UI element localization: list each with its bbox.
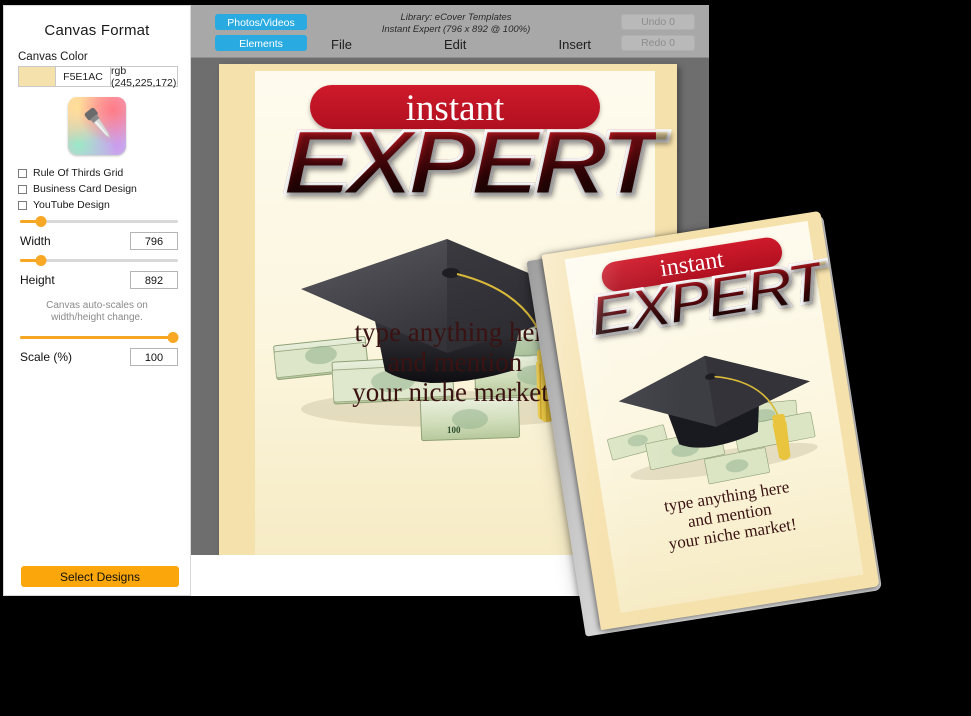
expert-headline[interactable]: EXPERT (281, 111, 664, 216)
design-options-group: Rule Of Thirds Grid Business Card Design… (18, 167, 190, 211)
document-info: Instant Expert (796 x 892 @ 100%) (381, 24, 531, 35)
width-control: Width 796 (20, 216, 178, 250)
checkbox-box[interactable] (18, 168, 27, 178)
checkbox-label: Business Card Design (33, 183, 137, 195)
checkbox-label: YouTube Design (33, 199, 110, 211)
library-name: Library: eCover Templates (400, 12, 512, 23)
width-slider-thumb[interactable] (35, 216, 47, 227)
select-designs-button[interactable]: Select Designs (21, 566, 179, 587)
height-slider-thumb[interactable] (35, 255, 47, 266)
height-input[interactable]: 892 (130, 271, 178, 289)
book-mockup-preview[interactable]: instant EXPERT type anything here and me… (526, 210, 898, 644)
cap-button (442, 268, 460, 278)
book-cover-inner: instant EXPERT type anything here and me… (564, 220, 864, 613)
checkbox-box[interactable] (18, 184, 27, 194)
rgb-value-field[interactable]: rgb (245,225,172) (111, 65, 178, 89)
scale-slider-thumb[interactable] (167, 332, 179, 343)
checkbox-business-card[interactable]: Business Card Design (18, 183, 190, 195)
color-picker-wrap (4, 97, 190, 155)
width-input[interactable]: 796 (130, 232, 178, 250)
photos-videos-button[interactable]: Photos/Videos (215, 14, 307, 30)
scale-input[interactable]: 100 (130, 348, 178, 366)
canvas-format-panel: Canvas Format Canvas Color F5E1AC rgb (2… (3, 5, 191, 596)
canvas-color-row: F5E1AC rgb (245,225,172) (18, 65, 178, 89)
menu-bar: File Edit Insert (331, 37, 591, 52)
scale-slider-fill (20, 336, 174, 339)
editor-toolbar: Photos/Videos Elements Library: eCover T… (191, 5, 709, 58)
hex-value-field[interactable]: F5E1AC (56, 66, 111, 87)
width-slider[interactable] (20, 216, 178, 227)
scale-slider[interactable] (20, 332, 179, 343)
svg-text:100: 100 (447, 425, 461, 435)
app-screenshot: Canvas Format Canvas Color F5E1AC rgb (2… (0, 0, 971, 716)
height-slider[interactable] (20, 255, 178, 266)
menu-edit[interactable]: Edit (444, 37, 466, 52)
canvas-color-label: Canvas Color (18, 51, 88, 63)
color-swatch[interactable] (18, 66, 56, 87)
menu-insert[interactable]: Insert (558, 37, 591, 52)
eyedropper-icon (84, 107, 111, 139)
checkbox-box[interactable] (18, 200, 27, 210)
height-label: Height (20, 273, 55, 287)
page-title: Canvas Format (44, 22, 150, 39)
book-body: instant EXPERT type anything here and me… (526, 210, 887, 637)
book-front-cover: instant EXPERT type anything here and me… (541, 210, 880, 631)
scale-control: Scale (%) 100 (20, 332, 179, 366)
elements-button[interactable]: Elements (215, 35, 307, 51)
color-picker-button[interactable] (68, 97, 126, 155)
checkbox-rule-of-thirds[interactable]: Rule Of Thirds Grid (18, 167, 190, 179)
scale-label: Scale (%) (20, 350, 73, 364)
auto-scale-note: Canvas auto-scales on width/height chang… (46, 300, 148, 323)
undo-button[interactable]: Undo 0 (621, 14, 695, 30)
menu-file[interactable]: File (331, 37, 352, 52)
redo-button[interactable]: Redo 0 (621, 35, 695, 51)
height-control: Height 892 (20, 255, 178, 289)
library-info: Library: eCover Templates Instant Expert… (351, 12, 561, 36)
checkbox-youtube-design[interactable]: YouTube Design (18, 199, 190, 211)
checkbox-label: Rule Of Thirds Grid (33, 167, 124, 179)
width-label: Width (20, 234, 51, 248)
